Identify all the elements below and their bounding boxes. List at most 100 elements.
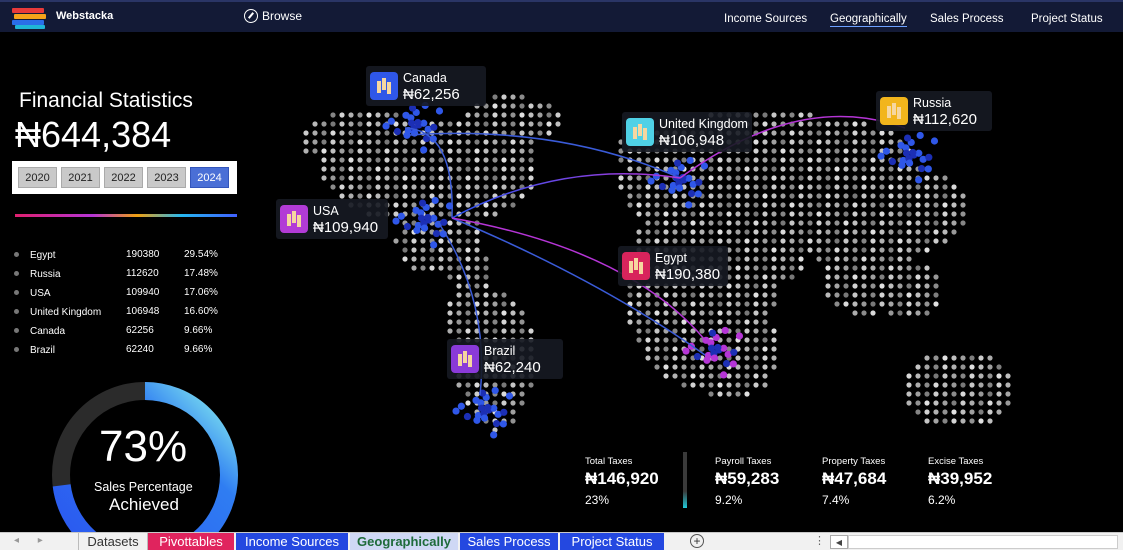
map-dot — [807, 193, 813, 199]
map-dot — [762, 220, 768, 226]
nav-geographically[interactable]: Geographically — [830, 13, 907, 27]
sheet-tab-geographically[interactable]: Geographically — [350, 533, 458, 550]
map-dot — [492, 166, 498, 172]
year-2022-button[interactable]: 2022 — [104, 167, 143, 188]
nav-income-sources[interactable]: Income Sources — [724, 13, 807, 25]
map-dot — [825, 229, 831, 235]
map-dot — [654, 157, 660, 163]
highlight-dot — [702, 336, 710, 344]
map-dot — [753, 310, 759, 316]
map-dot — [888, 301, 894, 307]
map-dot — [672, 211, 678, 217]
map-dot — [681, 364, 687, 370]
map-dot — [753, 229, 759, 235]
sheet-tab-project-status[interactable]: Project Status — [560, 533, 664, 550]
map-dot — [465, 130, 471, 136]
map-dot — [717, 175, 723, 181]
map-dot — [375, 139, 381, 145]
map-dot — [933, 274, 939, 280]
map-dot — [663, 337, 669, 343]
map-dot — [708, 211, 714, 217]
highlight-dot — [714, 343, 722, 352]
map-dot — [915, 301, 921, 307]
map-dot — [969, 373, 975, 379]
map-dot — [519, 175, 525, 181]
sheet-tab-pivottables[interactable]: Pivottables — [148, 533, 234, 550]
map-dot — [654, 184, 660, 190]
highlight-dot — [472, 396, 480, 404]
map-dot — [501, 175, 507, 181]
map-dot — [699, 319, 705, 325]
map-dot — [483, 112, 489, 118]
map-dot — [699, 238, 705, 244]
map-dot — [969, 391, 975, 397]
map-dot — [924, 310, 930, 316]
map-dot — [438, 121, 444, 127]
year-2024-button[interactable]: 2024 — [190, 167, 229, 188]
highlight-dot — [708, 329, 717, 337]
map-dot — [420, 166, 426, 172]
year-2020-button[interactable]: 2020 — [18, 167, 57, 188]
map-dot — [366, 121, 372, 127]
scroll-left-icon[interactable]: ◀ — [830, 535, 848, 549]
year-2023-button[interactable]: 2023 — [147, 167, 186, 188]
map-dot — [843, 184, 849, 190]
map-dot — [798, 211, 804, 217]
map-dot — [807, 184, 813, 190]
map-dot — [717, 391, 723, 397]
add-sheet-icon[interactable]: + — [690, 534, 704, 548]
map-dot — [717, 211, 723, 217]
map-dot — [528, 184, 534, 190]
map-dot — [717, 355, 723, 361]
map-dot — [717, 202, 723, 208]
map-dot — [762, 229, 768, 235]
more-options-icon[interactable]: ⋮ — [814, 534, 825, 547]
tax-percent: 6.2% — [928, 493, 956, 507]
sheet-tab-sales-process[interactable]: Sales Process — [460, 533, 558, 550]
map-dot — [798, 184, 804, 190]
map-dot — [456, 229, 462, 235]
map-dot — [798, 121, 804, 127]
map-dot — [726, 292, 732, 298]
map-dot — [807, 211, 813, 217]
map-dot — [834, 238, 840, 244]
nav-project-status[interactable]: Project Status — [1031, 13, 1103, 25]
map-dot — [690, 373, 696, 379]
callout-name: United Kingdom — [659, 117, 748, 131]
map-dot — [717, 382, 723, 388]
map-dot — [906, 211, 912, 217]
horizontal-scrollbar[interactable] — [848, 535, 1118, 549]
map-dot — [762, 148, 768, 154]
map-dot — [474, 274, 480, 280]
nav-sales-process[interactable]: Sales Process — [930, 13, 1004, 25]
map-dot — [690, 238, 696, 244]
map-dot — [672, 364, 678, 370]
books-icon — [880, 97, 908, 125]
sheet-tab-datasets[interactable]: Datasets — [78, 533, 148, 550]
callout-amount: ₦106,948 — [659, 132, 725, 149]
map-dot — [321, 148, 327, 154]
map-dot — [474, 301, 480, 307]
map-dot — [699, 382, 705, 388]
year-2021-button[interactable]: 2021 — [61, 167, 100, 188]
map-dot — [501, 94, 507, 100]
map-dot — [672, 220, 678, 226]
sheet-tab-income-sources[interactable]: Income Sources — [236, 533, 348, 550]
map-dot — [969, 364, 975, 370]
map-dot — [465, 391, 471, 397]
sheet-scroll-arrows[interactable]: ◂ ▸ — [14, 535, 51, 546]
map-dot — [501, 328, 507, 334]
map-dot — [852, 247, 858, 253]
map-dot — [960, 364, 966, 370]
highlight-dot — [429, 135, 437, 143]
map-dot — [447, 211, 453, 217]
map-dot — [357, 130, 363, 136]
map-dot — [735, 301, 741, 307]
map-dot — [753, 112, 759, 118]
map-dot — [465, 139, 471, 145]
browse-button[interactable]: Browse — [244, 9, 302, 23]
map-dot — [456, 283, 462, 289]
map-dot — [735, 166, 741, 172]
map-dot — [474, 319, 480, 325]
map-dot — [951, 382, 957, 388]
